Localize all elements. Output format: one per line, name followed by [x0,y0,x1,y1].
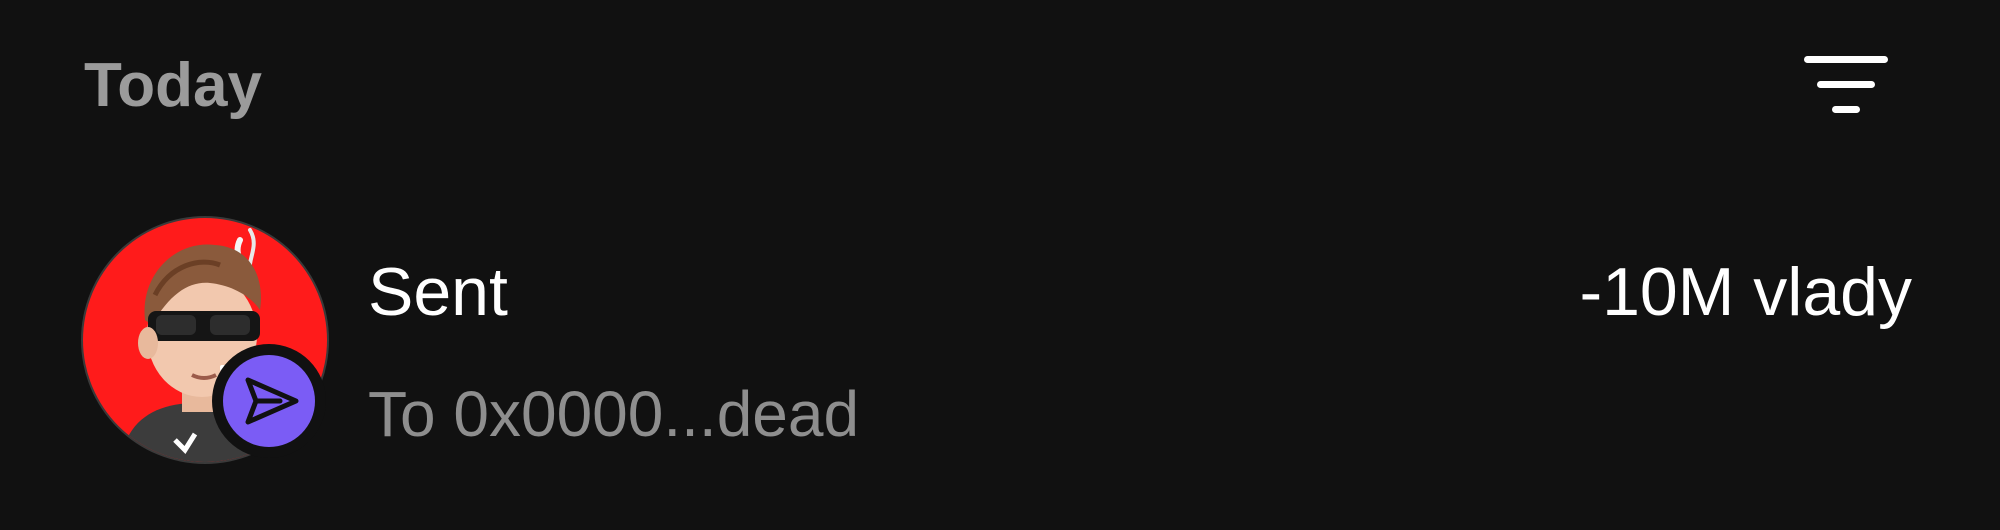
transaction-subtitle: To 0x0000...dead [368,378,860,450]
section-title-today: Today [84,51,262,120]
transaction-amount: -10M vlady [1579,254,1912,330]
activity-screen: Today Sent To 0x0000...dead -10M vlady [0,0,2000,530]
filter-lines-icon [1804,56,1888,113]
filter-button[interactable] [1800,50,1890,120]
transaction-title: Sent [368,254,508,330]
transaction-row[interactable]: Sent To 0x0000...dead -10M vlady [0,200,2000,490]
send-arrow-icon [212,344,326,458]
